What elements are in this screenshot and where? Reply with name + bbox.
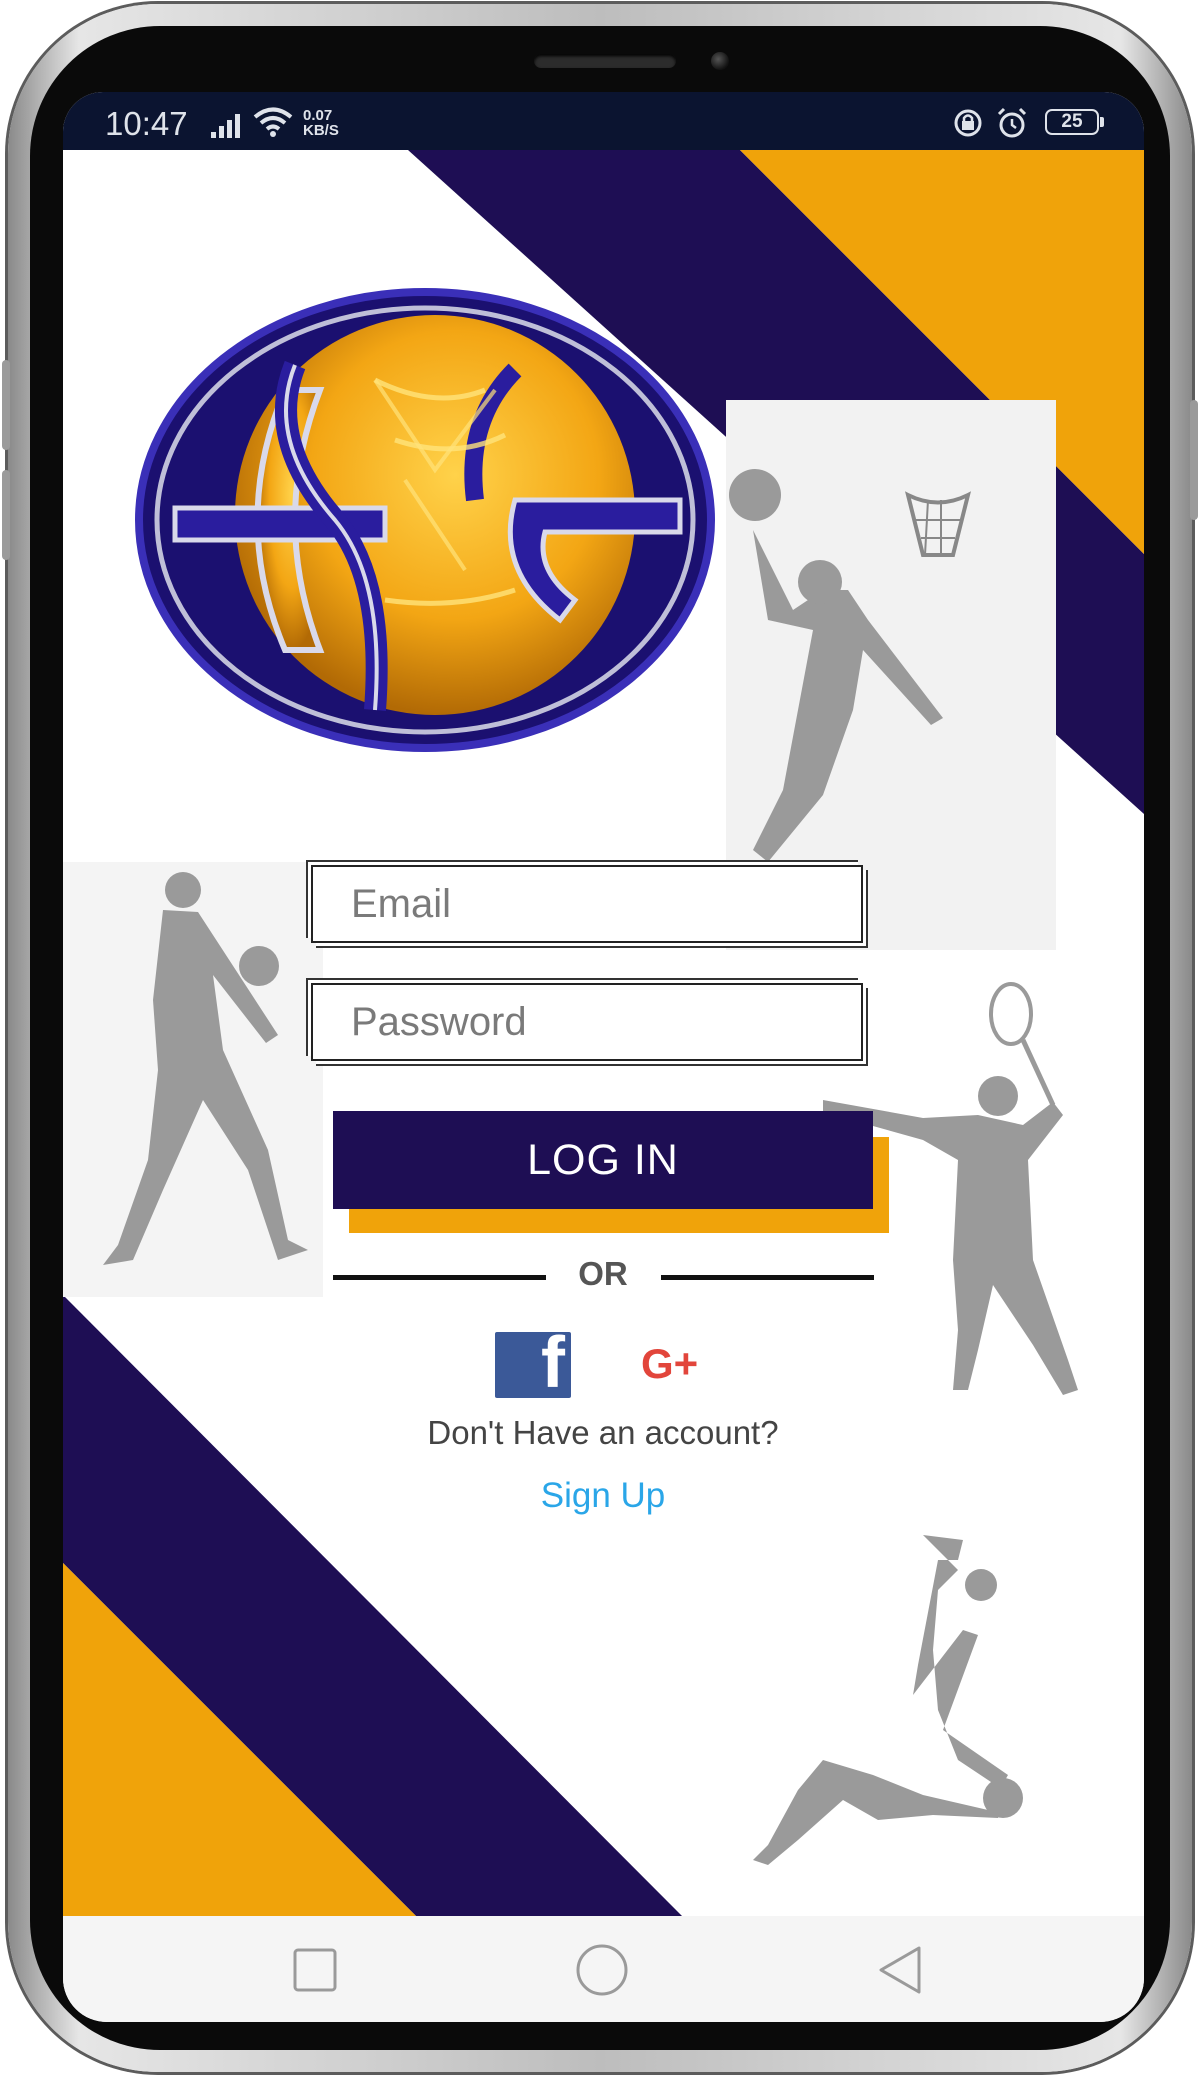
or-divider-left xyxy=(333,1275,546,1280)
lock-rotation-icon xyxy=(954,109,982,137)
facebook-icon: f xyxy=(541,1323,565,1403)
email-field[interactable] xyxy=(311,865,863,943)
recent-apps-icon[interactable] xyxy=(287,1942,343,1998)
back-icon[interactable] xyxy=(873,1942,929,1998)
volleyball-player-silhouette xyxy=(63,862,323,1297)
battery-tip xyxy=(1100,117,1104,127)
app-screen: 10:47 0.07 KB/S 25 Email LOG IN OR f G+ … xyxy=(63,92,1144,2022)
login-screen: LOG IN OR f G+ Don't Have an account? Si… xyxy=(63,150,1144,1916)
navigation-bar xyxy=(63,1916,1144,2022)
login-button[interactable]: LOG IN xyxy=(333,1111,873,1209)
network-speed-unit: KB/S xyxy=(303,122,339,139)
app-logo xyxy=(135,288,715,752)
status-bar: 10:47 0.07 KB/S 25 xyxy=(63,92,1144,150)
password-field[interactable] xyxy=(311,983,863,1061)
sign-up-link[interactable]: Sign Up xyxy=(443,1476,763,1516)
email-input[interactable] xyxy=(313,867,861,941)
wifi-icon xyxy=(253,107,293,137)
battery-icon: 25 xyxy=(1045,109,1099,135)
or-divider-right xyxy=(661,1275,874,1280)
side-button xyxy=(1190,400,1198,520)
front-camera xyxy=(711,52,729,70)
google-plus-icon[interactable]: G+ xyxy=(641,1340,721,1390)
soccer-player-silhouette xyxy=(753,1535,1023,1865)
network-speed: 0.07 KB/S xyxy=(303,108,339,138)
earpiece-speaker xyxy=(534,54,676,68)
network-speed-value: 0.07 xyxy=(303,107,333,124)
account-prompt: Don't Have an account? xyxy=(427,1414,779,1451)
side-button xyxy=(2,360,10,450)
home-icon[interactable] xyxy=(574,1942,630,1998)
or-divider-label: OR xyxy=(578,1255,628,1292)
password-input[interactable] xyxy=(313,985,861,1059)
signal-icon xyxy=(211,114,240,138)
alarm-icon xyxy=(997,107,1027,138)
side-button xyxy=(2,470,10,560)
status-time: 10:47 xyxy=(105,105,188,142)
facebook-login-button[interactable]: f xyxy=(495,1323,571,1403)
